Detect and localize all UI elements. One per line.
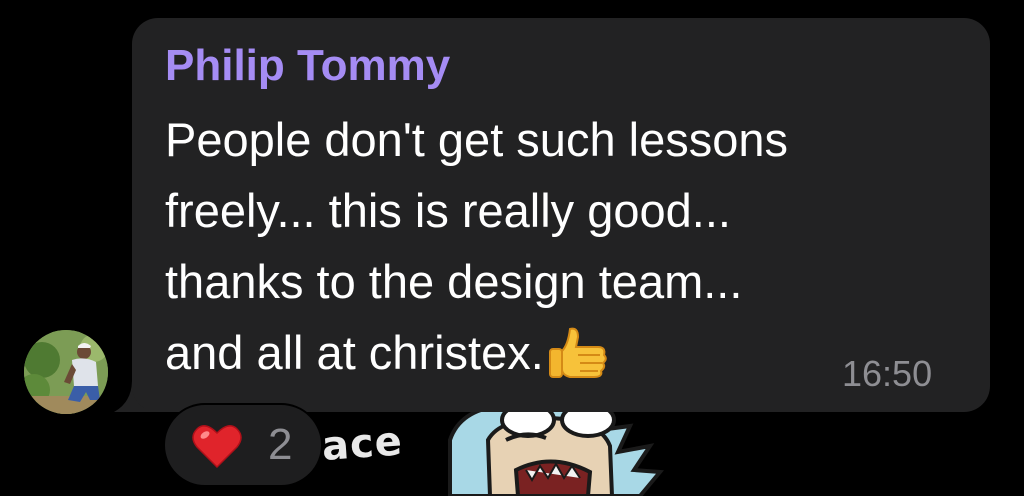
sender-name[interactable]: Philip Tommy: [165, 36, 450, 96]
thumbs-up-icon: [548, 327, 607, 378]
message-line: thanks to the design team...: [165, 255, 743, 308]
message-line: People don't get such lessons: [165, 113, 789, 166]
avatar[interactable]: [24, 330, 108, 414]
message-text: People don't get such lessons freely... …: [165, 104, 965, 388]
red-heart-icon: [192, 425, 242, 469]
reaction-pill[interactable]: [163, 403, 323, 487]
message-time: 16:50: [842, 353, 933, 394]
chat-screen: ace Philip Tommy People don't get such l…: [0, 0, 1024, 496]
message-line: and all at christex.: [165, 326, 544, 379]
message-line: freely... this is really good...: [165, 184, 731, 237]
sticker-text: ace: [320, 418, 405, 470]
reaction-count: 2: [268, 420, 293, 469]
